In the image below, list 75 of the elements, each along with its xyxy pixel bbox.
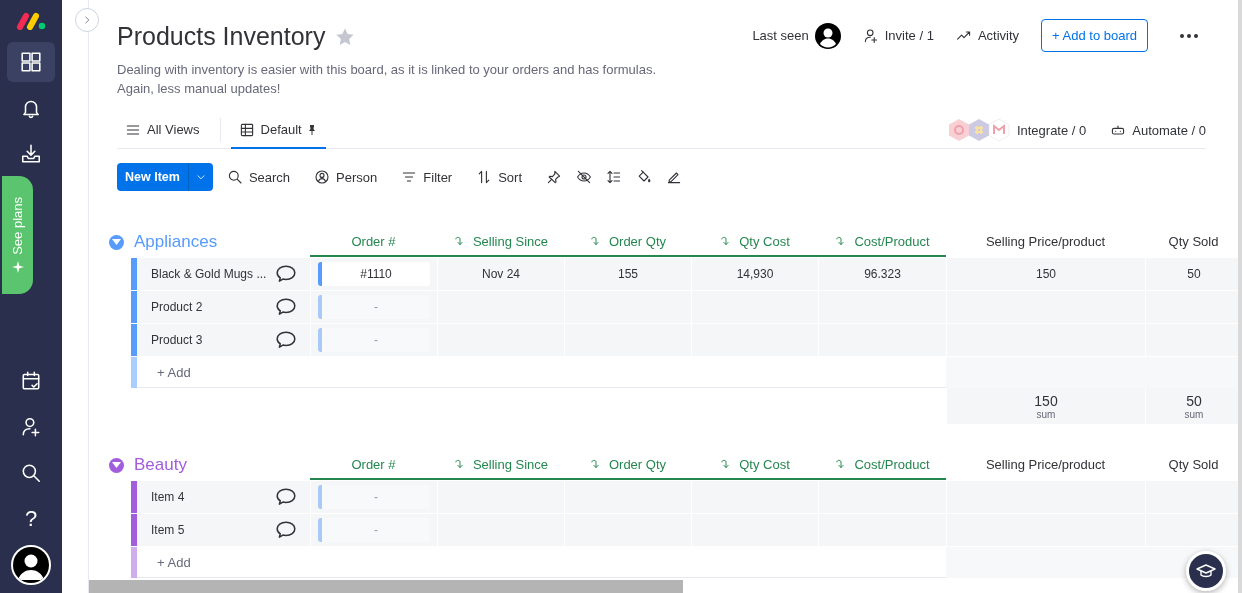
eye-off-icon: [576, 169, 593, 185]
table-cell[interactable]: [437, 481, 564, 513]
user-avatar[interactable]: [11, 545, 51, 585]
sum-label: sum: [1184, 408, 1204, 420]
sum-value: 150: [1034, 392, 1058, 409]
add-user-icon: [862, 27, 879, 44]
integrations-icon[interactable]: [946, 118, 1007, 142]
comment-icon: [274, 263, 298, 285]
toolbar-button[interactable]: Sort: [476, 169, 523, 185]
table-cell[interactable]: [564, 481, 691, 513]
table-cell[interactable]: [946, 481, 1145, 513]
row-height-icon: [606, 169, 623, 185]
comment-icon: [274, 486, 298, 508]
table-cell[interactable]: [691, 481, 818, 513]
comment-icon: [274, 296, 298, 318]
column-header[interactable]: Selling Price/product: [946, 450, 1145, 480]
table-cell[interactable]: 150: [946, 258, 1145, 290]
item-name[interactable]: Black & Gold Mugs ...: [137, 258, 310, 290]
inbox-download-icon: [20, 143, 42, 165]
table-icon: [238, 121, 255, 138]
table-cell[interactable]: [818, 481, 946, 513]
board-description: Again, less manual updates!: [117, 80, 282, 98]
expand-button[interactable]: [75, 8, 99, 32]
add-to-board-button[interactable]: + Add to board: [1041, 19, 1148, 52]
toolbar-button[interactable]: Filter: [401, 169, 453, 185]
add-item[interactable]: + Add: [157, 552, 191, 572]
item-name[interactable]: Product 2: [137, 291, 310, 323]
table-cell[interactable]: 96.323: [818, 258, 946, 290]
sparkle-icon: [11, 260, 24, 273]
sum-label: sum: [1036, 408, 1056, 420]
user-avatar[interactable]: [814, 22, 841, 49]
sum-value: 50: [1186, 392, 1202, 409]
item-name[interactable]: Product 3: [137, 324, 310, 356]
table-cell[interactable]: Nov 24: [437, 258, 564, 290]
activity-button[interactable]: Activity: [955, 27, 1020, 44]
pen-icon: [666, 169, 683, 185]
group-title[interactable]: Beauty: [134, 455, 187, 475]
column-header[interactable]: Selling Price/product: [946, 227, 1145, 257]
pin-icon: [307, 124, 316, 135]
boards-grid-icon: [20, 51, 42, 73]
comment-icon: [274, 329, 298, 351]
calendar-check-icon: [20, 370, 42, 392]
integrate-button[interactable]: Integrate / 0: [1016, 122, 1087, 138]
column-header[interactable]: Qty Sold: [1145, 227, 1242, 257]
learn-button[interactable]: [1186, 551, 1226, 591]
paint-bucket-icon: [636, 169, 653, 185]
table-cell[interactable]: 155: [564, 258, 691, 290]
add-item[interactable]: + Add: [157, 362, 191, 382]
automate-button[interactable]: Automate / 0: [1110, 122, 1206, 138]
last-seen-label: Last seen: [752, 28, 809, 43]
toolbar-button[interactable]: Search: [226, 169, 291, 185]
comment-icon: [274, 519, 298, 541]
item-name[interactable]: Item 4: [137, 481, 310, 513]
toolbar-button[interactable]: Person: [314, 169, 378, 185]
view-tab[interactable]: All Views: [117, 112, 210, 149]
filter-icon: [401, 169, 418, 185]
pin-icon: [546, 169, 563, 185]
table-cell[interactable]: 14,930: [691, 258, 818, 290]
collapse-group-icon[interactable]: [109, 457, 124, 473]
search-icon: [20, 462, 42, 484]
board-description: Dealing with inventory is easier with this board, as it is linked to your orders and has formulas.: [117, 61, 657, 79]
search-icon: [226, 169, 243, 185]
order-link[interactable]: #1110: [318, 262, 430, 286]
collapse-group-icon[interactable]: [109, 234, 124, 250]
add-user-icon: [20, 416, 42, 438]
item-name[interactable]: Item 5: [137, 514, 310, 546]
person-icon: [314, 169, 331, 185]
column-header[interactable]: Qty Sold: [1145, 450, 1242, 480]
board-title[interactable]: Products Inventory: [117, 22, 326, 51]
logo-icon[interactable]: [16, 12, 46, 30]
help-button[interactable]: ?: [24, 499, 38, 539]
view-tab[interactable]: Default: [230, 112, 326, 149]
horizontal-scrollbar[interactable]: [89, 580, 683, 593]
new-item-button[interactable]: New Item: [117, 163, 213, 191]
invite-button[interactable]: Invite / 1: [862, 27, 934, 44]
